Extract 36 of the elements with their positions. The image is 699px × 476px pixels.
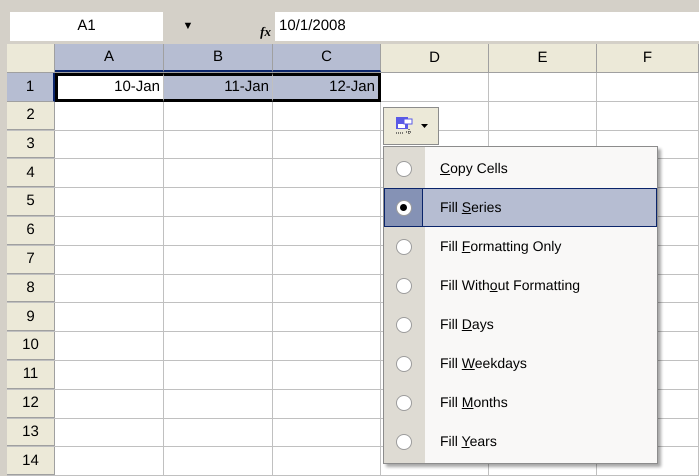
column-header[interactable]: B [164,44,273,72]
function-icon[interactable]: fx [260,22,271,41]
row-header[interactable]: 14 [7,447,55,476]
column-header[interactable]: A [55,44,164,72]
row-header[interactable]: 4 [7,159,55,188]
row-header[interactable]: 1 [7,73,55,102]
auto-fill-options-menu[interactable] [383,107,439,145]
caret-icon [420,124,428,128]
row-header[interactable]: 6 [7,216,55,245]
table-cell: 12-Jan [273,73,381,102]
row-header[interactable]: 5 [7,188,55,216]
table-cell: 10-Jan [55,73,164,102]
menu-item[interactable]: Fill Years [384,422,657,461]
row-header[interactable]: 2 [7,102,55,130]
name-box-dropdown[interactable]: ▼ [163,12,213,41]
menu-item[interactable]: Fill Months [384,383,657,422]
fill-options-icon [394,116,414,136]
row-header[interactable]: 11 [7,360,55,389]
name-box[interactable]: A1 [10,12,163,41]
row-header[interactable]: 12 [7,390,55,418]
row-header[interactable]: 9 [7,303,55,332]
menu-item[interactable]: Fill Formatting Only [384,227,657,266]
menu-item[interactable]: Fill Without Formatting [384,266,657,305]
row-header[interactable]: 13 [7,418,55,446]
formula-input[interactable]: 10/1/2008 [275,12,699,41]
row-header[interactable]: 8 [7,274,55,302]
row-header[interactable]: 3 [7,130,55,158]
table-cell: 11-Jan [164,73,273,102]
menu-item[interactable]: Copy Cells [384,149,657,188]
menu-item[interactable]: Fill Days [384,305,657,344]
column-header[interactable]: C [273,44,381,72]
radio-button[interactable] [396,200,412,216]
row-header[interactable]: 7 [7,246,55,274]
menu-item[interactable]: Fill Weekdays [384,344,657,383]
row-header[interactable]: 10 [7,332,55,360]
menu-item[interactable]: Fill Series [384,188,657,227]
